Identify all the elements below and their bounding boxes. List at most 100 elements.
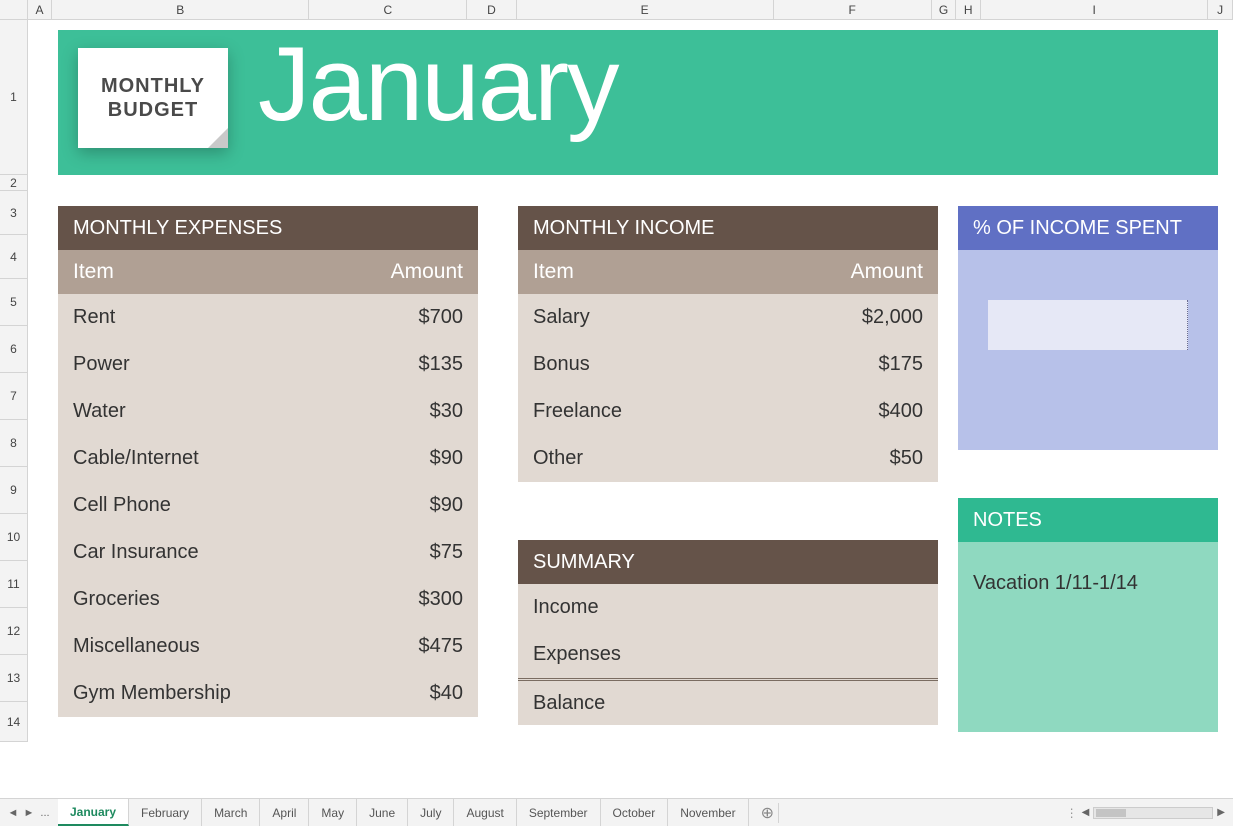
col-header-A[interactable]: A [28, 0, 53, 19]
row-header-3[interactable]: 3 [0, 191, 27, 235]
col-header-G[interactable]: G [932, 0, 957, 19]
col-header-F[interactable]: F [774, 0, 932, 19]
sheet-tab-june[interactable]: June [357, 799, 408, 826]
row-header-11[interactable]: 11 [0, 561, 27, 608]
pct-body [958, 250, 1218, 450]
sheet-tab-april[interactable]: April [260, 799, 309, 826]
expense-row[interactable]: Power$135 [58, 341, 478, 388]
row-header-6[interactable]: 6 [0, 326, 27, 373]
col-header-I[interactable]: I [981, 0, 1208, 19]
row-header-12[interactable]: 12 [0, 608, 27, 655]
title-banner: MONTHLY BUDGET January [58, 30, 1218, 175]
sheet-tab-march[interactable]: March [202, 799, 260, 826]
sheet-tab-october[interactable]: October [601, 799, 669, 826]
expense-amount: $135 [419, 353, 479, 376]
income-amount: $175 [879, 353, 939, 376]
expense-row[interactable]: Miscellaneous$475 [58, 623, 478, 670]
tab-prev-icon[interactable]: ◄ [6, 807, 20, 819]
pct-header: % OF INCOME SPENT [958, 206, 1218, 250]
sheet-tab-may[interactable]: May [309, 799, 357, 826]
expense-item: Car Insurance [58, 541, 430, 564]
pct-bar-chart [988, 300, 1188, 350]
col-header-H[interactable]: H [956, 0, 981, 19]
expense-amount: $700 [419, 306, 479, 329]
row-header-14[interactable]: 14 [0, 702, 27, 742]
expense-row[interactable]: Gym Membership$40 [58, 670, 478, 717]
row-header-9[interactable]: 9 [0, 467, 27, 514]
income-item: Bonus [518, 353, 879, 376]
income-item: Other [518, 447, 890, 470]
summary-row[interactable]: Income [518, 584, 938, 631]
row-header-5[interactable]: 5 [0, 279, 27, 326]
expense-item: Cell Phone [58, 494, 430, 517]
sheet-tab-july[interactable]: July [408, 799, 454, 826]
income-row[interactable]: Freelance$400 [518, 388, 938, 435]
expenses-col-item: Item [58, 260, 391, 284]
row-header-4[interactable]: 4 [0, 235, 27, 279]
expense-item: Miscellaneous [58, 635, 419, 658]
income-col-item: Item [518, 260, 851, 284]
notes-panel: NOTES Vacation 1/11-1/14 [958, 498, 1218, 732]
expense-item: Power [58, 353, 419, 376]
expense-amount: $90 [430, 447, 478, 470]
row-header-13[interactable]: 13 [0, 655, 27, 702]
income-row[interactable]: Bonus$175 [518, 341, 938, 388]
hscroll-left-icon[interactable]: ◀ [1082, 807, 1090, 818]
expense-row[interactable]: Water$30 [58, 388, 478, 435]
sheet-tab-september[interactable]: September [517, 799, 601, 826]
expense-row[interactable]: Car Insurance$75 [58, 529, 478, 576]
income-row[interactable]: Salary$2,000 [518, 294, 938, 341]
income-header: MONTHLY INCOME [518, 206, 938, 250]
col-header-B[interactable]: B [52, 0, 309, 19]
expense-amount: $90 [430, 494, 478, 517]
expense-row[interactable]: Rent$700 [58, 294, 478, 341]
income-panel: MONTHLY INCOME Item Amount Salary$2,000B… [518, 206, 938, 482]
tab-ellipsis[interactable]: ... [38, 807, 52, 819]
summary-row[interactable]: Balance [518, 678, 938, 725]
summary-item: Expenses [518, 643, 923, 666]
summary-panel: SUMMARY Income Expenses Balance [518, 540, 938, 725]
hscroll-track[interactable] [1093, 807, 1213, 819]
sheet-tab-february[interactable]: February [129, 799, 202, 826]
hscroll-right-icon[interactable]: ▶ [1217, 807, 1225, 818]
expense-row[interactable]: Cell Phone$90 [58, 482, 478, 529]
expense-amount: $300 [419, 588, 479, 611]
expenses-subheader: Item Amount [58, 250, 478, 294]
expense-amount: $30 [430, 400, 478, 423]
sheet-tab-bar: ◄ ► ... JanuaryFebruaryMarchAprilMayJune… [0, 798, 1233, 826]
add-sheet-button[interactable]: ⊕ [749, 803, 779, 823]
select-all-corner[interactable] [0, 0, 28, 19]
hscroll-dots-icon[interactable]: ⋮ [1066, 806, 1078, 820]
col-header-E[interactable]: E [517, 0, 774, 19]
row-header-10[interactable]: 10 [0, 514, 27, 561]
summary-header: SUMMARY [518, 540, 938, 584]
col-header-J[interactable]: J [1208, 0, 1233, 19]
hscroll-thumb[interactable] [1096, 809, 1126, 817]
sheet-tab-august[interactable]: August [454, 799, 516, 826]
expenses-header: MONTHLY EXPENSES [58, 206, 478, 250]
summary-row[interactable]: Expenses [518, 631, 938, 678]
note-line-1: MONTHLY [101, 74, 205, 98]
column-headers: A B C D E F G H I J [0, 0, 1233, 20]
col-header-D[interactable]: D [467, 0, 516, 19]
sheet-tab-november[interactable]: November [668, 799, 748, 826]
income-subheader: Item Amount [518, 250, 938, 294]
income-item: Salary [518, 306, 862, 329]
expense-item: Groceries [58, 588, 419, 611]
row-header-1[interactable]: 1 [0, 20, 27, 175]
row-header-7[interactable]: 7 [0, 373, 27, 420]
expense-amount: $475 [419, 635, 479, 658]
sheet-tab-january[interactable]: January [58, 799, 129, 826]
notes-header: NOTES [958, 498, 1218, 542]
col-header-C[interactable]: C [309, 0, 467, 19]
expense-row[interactable]: Cable/Internet$90 [58, 435, 478, 482]
tab-next-icon[interactable]: ► [22, 807, 36, 819]
expense-row[interactable]: Groceries$300 [58, 576, 478, 623]
row-header-2[interactable]: 2 [0, 175, 27, 191]
income-item: Freelance [518, 400, 879, 423]
income-row[interactable]: Other$50 [518, 435, 938, 482]
expense-item: Water [58, 400, 430, 423]
row-header-8[interactable]: 8 [0, 420, 27, 467]
income-amount: $400 [879, 400, 939, 423]
notes-body[interactable]: Vacation 1/11-1/14 [958, 542, 1218, 732]
